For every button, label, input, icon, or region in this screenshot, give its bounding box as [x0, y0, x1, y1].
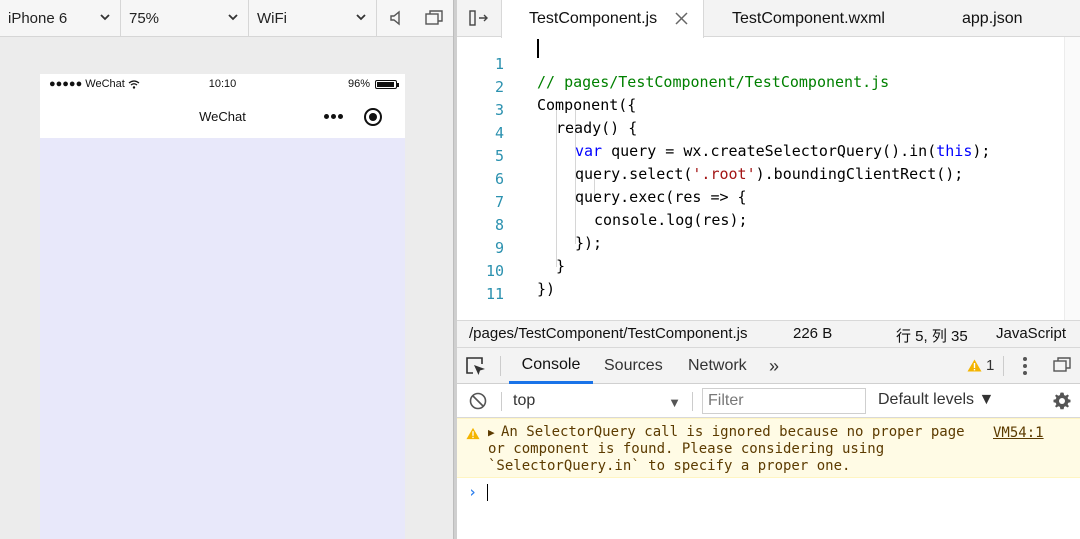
battery-icon — [375, 79, 399, 89]
message-text-line: or component is found. Please considerin… — [488, 441, 885, 457]
simulator-pane: iPhone 6 75% WiFi ●●●●● WeChat 10:10 96% — [0, 0, 453, 539]
code-editor: TestComponent.js TestComponent.wxml app.… — [457, 0, 1080, 320]
warning-icon — [967, 359, 982, 372]
phone-nav-bar: WeChat — [40, 96, 405, 138]
inspect-element-icon[interactable] — [465, 356, 487, 376]
battery-percent: 96% — [347, 78, 370, 90]
tab-label: TestComponent.js — [529, 10, 658, 27]
code-line: 11 — [457, 267, 1064, 303]
status-battery: 96% — [347, 78, 399, 90]
tab-network[interactable]: Network — [688, 348, 747, 384]
line-number: 11 — [485, 285, 504, 303]
message-text-line: `SelectorQuery.in` to specify a proper o… — [488, 458, 851, 474]
code-line: 1 // pages/TestComponent/TestComponent.j… — [457, 37, 1064, 91]
status-file-size: 226 B — [793, 325, 833, 342]
warning-icon — [466, 427, 480, 440]
more-dots-icon[interactable] — [321, 107, 345, 125]
window-icon — [425, 10, 443, 25]
toolbar-divider — [692, 392, 693, 411]
sidebar-toggle-icon — [469, 10, 488, 26]
code-line: 10 }) — [457, 244, 1064, 298]
network-select-value: WiFi — [257, 9, 287, 27]
toolbar-divider — [500, 356, 501, 376]
tab-testcomponent-wxml[interactable]: TestComponent.wxml — [705, 0, 935, 37]
toolbar-divider — [501, 392, 502, 411]
more-tabs-button[interactable]: » — [769, 348, 779, 384]
filter-input[interactable] — [702, 388, 866, 414]
status-cursor-position: 行 5, 列 35 — [896, 328, 968, 345]
tab-label: app.json — [962, 9, 1023, 27]
chevron-down-icon — [100, 14, 110, 21]
code-line: 3 ready() { — [457, 83, 1064, 137]
mute-button[interactable] — [377, 0, 415, 36]
tab-label: TestComponent.wxml — [732, 9, 885, 27]
network-select[interactable]: WiFi — [249, 0, 377, 36]
caret-down-icon: ▼ — [668, 395, 681, 410]
context-select[interactable]: top ▼ — [507, 387, 687, 415]
chevron-down-icon — [356, 14, 366, 21]
console-input[interactable]: › — [457, 478, 1080, 508]
warning-count: 1 — [986, 357, 995, 374]
expand-triangle-icon[interactable]: ▶ — [488, 426, 495, 439]
code-line: 9 } — [457, 221, 1064, 275]
tab-app-json[interactable]: app.json — [935, 0, 1080, 37]
phone-status-bar: ●●●●● WeChat 10:10 96% — [40, 74, 405, 96]
console-warning-message[interactable]: ▶ An SelectorQuery call is ignored becau… — [457, 418, 1080, 478]
device-toolbar: iPhone 6 75% WiFi — [0, 0, 453, 37]
editor-status-bar: /pages/TestComponent/TestComponent.js 22… — [457, 320, 1080, 348]
device-select-value: iPhone 6 — [8, 9, 68, 27]
device-select[interactable]: iPhone 6 — [0, 0, 121, 36]
code-line: 7 console.log(res); — [457, 175, 1064, 229]
capsule-home-icon[interactable] — [364, 108, 382, 126]
gear-icon[interactable] — [1052, 391, 1072, 411]
warning-counter[interactable]: 1 — [967, 357, 994, 374]
phone-screen: ●●●●● WeChat 10:10 96% WeChat — [40, 74, 405, 539]
console-toolbar: top ▼ Default levels ▼ — [457, 384, 1080, 418]
chevron-down-icon — [228, 14, 238, 21]
prompt-chevron-icon: › — [468, 483, 478, 501]
undock-icon[interactable] — [1053, 357, 1071, 373]
status-language[interactable]: JavaScript — [996, 325, 1066, 342]
code-line: 6 query.exec(res => { — [457, 152, 1064, 206]
message-source-link[interactable]: VM54:1 — [993, 425, 1044, 441]
zoom-select[interactable]: 75% — [121, 0, 249, 36]
devtools-tab-bar: Console Sources Network » 1 — [457, 348, 1080, 384]
text-cursor — [537, 39, 539, 58]
code-line: 5 query.select('.root').boundingClientRe… — [457, 129, 1064, 183]
toolbar-divider — [1003, 356, 1004, 376]
speaker-icon — [390, 10, 400, 26]
editor-tab-bar: TestComponent.js TestComponent.wxml app.… — [457, 0, 1080, 38]
close-icon[interactable] — [675, 12, 688, 25]
context-select-value: top — [513, 392, 536, 409]
devtools-panel: Console Sources Network » 1 top ▼ Defaul… — [457, 348, 1080, 539]
clear-console-icon[interactable] — [469, 392, 487, 410]
code-line: 2 Component({ — [457, 60, 1064, 114]
message-text-line: An SelectorQuery call is ignored because… — [501, 424, 965, 440]
tab-sources[interactable]: Sources — [604, 348, 663, 384]
code-area[interactable]: 1 // pages/TestComponent/TestComponent.j… — [457, 37, 1064, 320]
tab-console[interactable]: Console — [509, 348, 593, 384]
nav-title: WeChat — [199, 109, 246, 124]
code-line: 4 var query = wx.createSelectorQuery().i… — [457, 106, 1064, 160]
code-line: 8 }); — [457, 198, 1064, 252]
status-file-path: /pages/TestComponent/TestComponent.js — [469, 325, 748, 342]
detach-window-button[interactable] — [415, 0, 453, 36]
text-cursor — [487, 484, 488, 501]
log-levels-select[interactable]: Default levels ▼ — [878, 391, 994, 409]
editor-scrollbar[interactable] — [1064, 37, 1080, 320]
sidebar-toggle-button[interactable] — [457, 0, 501, 36]
tab-testcomponent-js[interactable]: TestComponent.js — [501, 0, 704, 38]
kebab-menu-icon[interactable] — [1017, 357, 1033, 375]
zoom-select-value: 75% — [129, 9, 160, 27]
